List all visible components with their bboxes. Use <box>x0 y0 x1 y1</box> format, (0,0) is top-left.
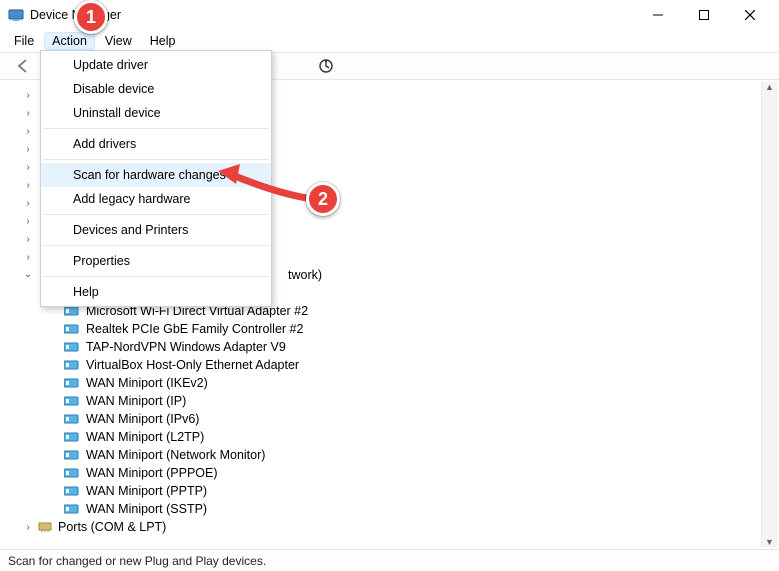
menu-file[interactable]: File <box>6 32 42 50</box>
adapter-row[interactable]: WAN Miniport (PPPOE) <box>22 464 773 482</box>
adapter-label: WAN Miniport (IPv6) <box>86 412 199 426</box>
adapter-row[interactable]: VirtualBox Host-Only Ethernet Adapter <box>22 356 773 374</box>
menu-devices-printers[interactable]: Devices and Printers <box>41 218 271 242</box>
adapter-row[interactable]: WAN Miniport (IPv6) <box>22 410 773 428</box>
adapter-label: VirtualBox Host-Only Ethernet Adapter <box>86 358 299 372</box>
adapter-label: WAN Miniport (IKEv2) <box>86 376 208 390</box>
network-adapter-icon <box>64 413 80 425</box>
minimize-button[interactable] <box>635 0 681 30</box>
menu-uninstall-device[interactable]: Uninstall device <box>41 101 271 125</box>
chevron-right-icon: › <box>22 522 34 533</box>
menu-separator <box>42 245 270 246</box>
statusbar: Scan for changed or new Plug and Play de… <box>0 549 779 571</box>
maximize-button[interactable] <box>681 0 727 30</box>
network-adapter-icon <box>64 395 80 407</box>
tree-category-ports[interactable]: › Ports (COM & LPT) <box>22 518 773 536</box>
action-menu-dropdown: Update driver Disable device Uninstall d… <box>40 50 272 307</box>
adapter-row[interactable]: WAN Miniport (IP) <box>22 392 773 410</box>
chevron-right-icon: › <box>22 216 34 227</box>
network-adapter-icon <box>64 467 80 479</box>
menu-add-drivers[interactable]: Add drivers <box>41 132 271 156</box>
vertical-scrollbar[interactable]: ▲ ▼ <box>761 82 777 547</box>
chevron-right-icon: › <box>22 90 34 101</box>
network-adapter-icon <box>64 377 80 389</box>
network-adapter-icon <box>64 449 80 461</box>
scroll-down-icon: ▼ <box>765 537 774 547</box>
network-adapter-icon <box>64 485 80 497</box>
menu-scan-hardware-changes[interactable]: Scan for hardware changes <box>41 163 271 187</box>
adapter-label: WAN Miniport (SSTP) <box>86 502 207 516</box>
chevron-right-icon: › <box>22 144 34 155</box>
back-icon <box>15 58 31 74</box>
menu-separator <box>42 159 270 160</box>
close-icon <box>745 10 755 20</box>
network-adapter-icon <box>64 503 80 515</box>
menu-view[interactable]: View <box>97 32 140 50</box>
menu-disable-device[interactable]: Disable device <box>41 77 271 101</box>
annotation-callout-one: 1 <box>74 0 108 34</box>
menu-separator <box>42 214 270 215</box>
network-adapter-icon <box>64 431 80 443</box>
network-adapter-icon <box>64 323 80 335</box>
update-driver-icon <box>318 58 334 74</box>
adapter-label: WAN Miniport (PPPOE) <box>86 466 218 480</box>
minimize-icon <box>653 10 663 20</box>
adapter-label: WAN Miniport (IP) <box>86 394 186 408</box>
chevron-right-icon: › <box>22 252 34 263</box>
network-adapter-icon <box>64 341 80 353</box>
network-adapter-icon <box>64 359 80 371</box>
app-icon <box>8 7 24 23</box>
chevron-right-icon: › <box>22 108 34 119</box>
maximize-icon <box>699 10 709 20</box>
adapter-row[interactable]: Realtek PCIe GbE Family Controller #2 <box>22 320 773 338</box>
adapter-label: TAP-NordVPN Windows Adapter V9 <box>86 340 286 354</box>
titlebar: Device Manager <box>0 0 779 30</box>
adapter-label: WAN Miniport (L2TP) <box>86 430 204 444</box>
menu-help[interactable]: Help <box>142 32 184 50</box>
adapter-row[interactable]: WAN Miniport (SSTP) <box>22 500 773 518</box>
chevron-right-icon: › <box>22 126 34 137</box>
menubar: File Action View Help <box>0 30 779 52</box>
menu-update-driver[interactable]: Update driver <box>41 53 271 77</box>
annotation-callout-two: 2 <box>306 182 340 216</box>
menu-separator <box>42 128 270 129</box>
tree-category-label: Ports (COM & LPT) <box>58 520 166 534</box>
chevron-down-icon: ⌄ <box>22 269 34 280</box>
adapter-row[interactable]: WAN Miniport (Network Monitor) <box>22 446 773 464</box>
adapter-label: WAN Miniport (Network Monitor) <box>86 448 265 462</box>
menu-help[interactable]: Help <box>41 280 271 304</box>
scroll-up-icon: ▲ <box>765 82 774 92</box>
update-driver-button[interactable] <box>315 55 337 77</box>
ports-icon <box>38 521 54 533</box>
adapter-label: WAN Miniport (PPTP) <box>86 484 207 498</box>
status-text: Scan for changed or new Plug and Play de… <box>8 554 266 568</box>
chevron-right-icon: › <box>22 198 34 209</box>
close-button[interactable] <box>727 0 773 30</box>
adapter-row[interactable]: WAN Miniport (PPTP) <box>22 482 773 500</box>
menu-add-legacy-hardware[interactable]: Add legacy hardware <box>41 187 271 211</box>
back-button[interactable] <box>12 55 34 77</box>
adapter-row[interactable]: WAN Miniport (IKEv2) <box>22 374 773 392</box>
adapter-row[interactable]: WAN Miniport (L2TP) <box>22 428 773 446</box>
chevron-right-icon: › <box>22 180 34 191</box>
chevron-right-icon: › <box>22 234 34 245</box>
menu-properties[interactable]: Properties <box>41 249 271 273</box>
menu-separator <box>42 276 270 277</box>
menu-action[interactable]: Action <box>44 32 95 50</box>
adapter-row[interactable]: TAP-NordVPN Windows Adapter V9 <box>22 338 773 356</box>
chevron-right-icon: › <box>22 162 34 173</box>
adapter-label: Realtek PCIe GbE Family Controller #2 <box>86 322 303 336</box>
